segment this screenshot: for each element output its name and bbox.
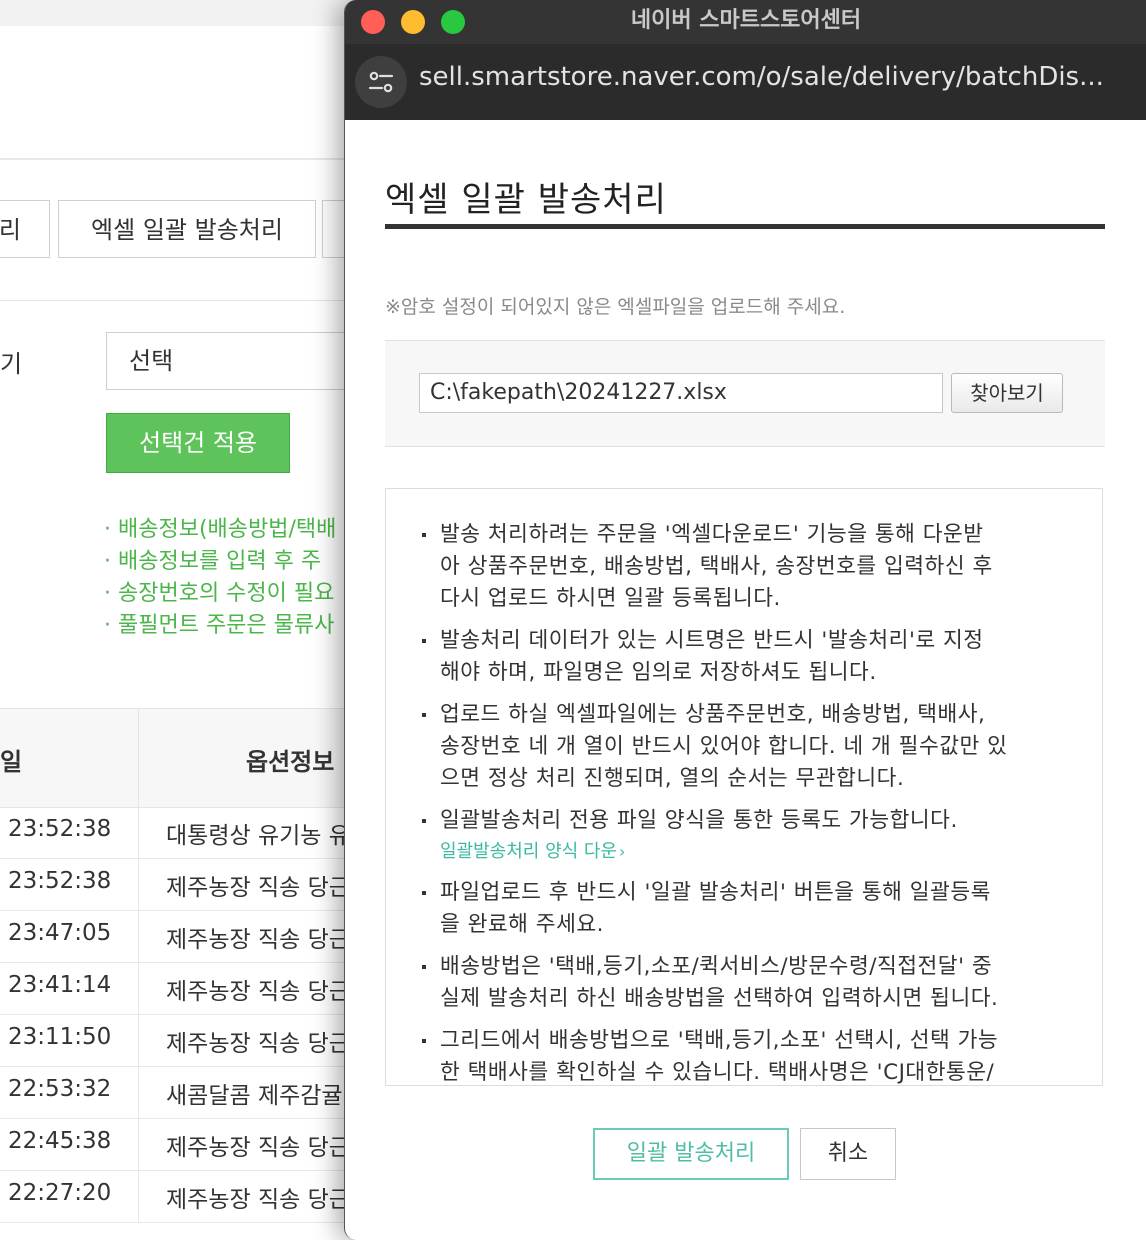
guide-list: 발송 처리하려는 주문을 '엑셀다운로드' 기능을 통해 다운받 아 상품주문번… (422, 519, 1094, 1085)
guide-text: 발송처리 데이터가 있는 시트명은 반드시 '발송처리'로 지정 해야 하며, … (440, 628, 984, 685)
guide-text: 발송 처리하려는 주문을 '엑셀다운로드' 기능을 통해 다운받 아 상품주문번… (440, 522, 993, 611)
bullet (422, 1039, 426, 1043)
note-item: · 풀필먼트 주문은 물류사 (104, 613, 335, 638)
cell-option: 제주농장 직송 당근 (166, 979, 350, 1005)
column-separator (138, 709, 139, 807)
cell-option: 제주농장 직송 당근 (166, 927, 350, 953)
column-separator (138, 1066, 139, 1118)
title-underline (385, 224, 1105, 229)
cancel-button[interactable]: 취소 (800, 1128, 896, 1180)
address-bar: sell.smartstore.naver.com/o/sale/deliver… (345, 44, 1146, 120)
table-row[interactable]: 22:27:20 제주농장 직송 당근 (0, 1170, 400, 1223)
guide-item: 업로드 하실 엑셀파일에는 상품주문번호, 배송방법, 택배사, 송장번호 네 … (422, 699, 1094, 795)
popup-window: 네이버 스마트스토어센터 sell.smartstore.naver.com/o… (344, 0, 1146, 1240)
divider (0, 300, 400, 301)
bullet (422, 965, 426, 969)
top-band (0, 0, 400, 26)
cell-time: 22:45:38 (8, 1128, 112, 1154)
file-path-input[interactable]: C:\fakepath\20241227.xlsx (419, 373, 943, 413)
dialog-content: 엑셀 일괄 발송처리 ※암호 설정이 되어있지 않은 엑셀파일을 업로드해 주세… (345, 120, 1146, 1224)
password-notice: ※암호 설정이 되어있지 않은 엑셀파일을 업로드해 주세요. (385, 296, 846, 318)
cell-option: 제주농장 직송 당근 (166, 1135, 350, 1161)
cell-time: 23:52:38 (8, 868, 112, 894)
guide-text: 업로드 하실 엑셀파일에는 상품주문번호, 배송방법, 택배사, 송장번호 네 … (440, 702, 1008, 791)
cell-time: 23:52:38 (8, 816, 112, 842)
bullet (422, 713, 426, 717)
table-row[interactable]: 23:47:05 제주농장 직송 당근 (0, 910, 400, 963)
browse-button[interactable]: 찾아보기 (951, 373, 1063, 413)
table-row[interactable]: 23:41:14 제주농장 직송 당근 (0, 962, 400, 1015)
notes-list: · 배송정보(배송방법/택배 · 배송정보를 입력 후 주 · 송장번호의 수정… (104, 514, 364, 642)
guide-item: 발송처리 데이터가 있는 시트명은 반드시 '발송처리'로 지정 해야 하며, … (422, 625, 1094, 689)
file-upload-panel: C:\fakepath\20241227.xlsx 찾아보기 (385, 340, 1105, 447)
template-download-label: 일괄발송처리 양식 다운 (440, 841, 618, 862)
table-row[interactable]: 22:45:38 제주농장 직송 당근 (0, 1118, 400, 1171)
guide-item: 배송방법은 '택배,등기,소포/퀵서비스/방문수령/직접전달' 중 실제 발송처… (422, 951, 1094, 1015)
cell-option: 제주농장 직송 당근 (166, 875, 350, 901)
cell-option: 대통령상 유기농 유 (166, 823, 350, 849)
bullet (422, 533, 426, 537)
guide-text: 배송방법은 '택배,등기,소포/퀵서비스/방문수령/직접전달' 중 실제 발송처… (440, 954, 999, 1011)
guide-item: 일괄발송처리 전용 파일 양식을 통한 등록도 가능합니다. 일괄발송처리 양식… (422, 805, 1094, 867)
cell-time: 23:47:05 (8, 920, 112, 946)
column-separator (138, 806, 139, 858)
page-title: 엑셀 일괄 발송처리 (385, 180, 667, 220)
note-item: · 송장번호의 수정이 필요 (104, 581, 335, 606)
table-row[interactable]: 23:52:38 대통령상 유기농 유 (0, 806, 400, 859)
note-item: · 배송정보(배송방법/택배 (104, 517, 337, 542)
bg-tab-excel-batch[interactable]: 엑셀 일괄 발송처리 (58, 200, 316, 258)
table-row[interactable]: 23:52:38 제주농장 직송 당근 (0, 858, 400, 911)
cell-time: 23:11:50 (8, 1024, 112, 1050)
window-titlebar[interactable]: 네이버 스마트스토어센터 (345, 0, 1146, 44)
note-item: · 배송정보를 입력 후 주 (104, 549, 322, 574)
column-separator (138, 1014, 139, 1066)
table-row[interactable]: 23:11:50 제주농장 직송 당근 (0, 1014, 400, 1067)
guide-text: 그리드에서 배송방법으로 '택배,등기,소포' 선택시, 선택 가능 한 택배사… (440, 1028, 999, 1085)
column-separator (138, 962, 139, 1014)
cell-time: 23:41:14 (8, 972, 112, 998)
chevron-right-icon: › (619, 842, 626, 861)
table-row[interactable]: 22:53:32 새콤달콤 제주감귤 (0, 1066, 400, 1119)
bullet (422, 819, 426, 823)
column-separator (138, 910, 139, 962)
apply-selected-button[interactable]: 선택건 적용 (106, 413, 290, 473)
column-header-date: 일 (0, 748, 23, 776)
filter-label: 기 (0, 350, 23, 378)
guide-item: 그리드에서 배송방법으로 '택배,등기,소포' 선택시, 선택 가능 한 택배사… (422, 1025, 1094, 1085)
table-header: 일 옵션정보 (0, 708, 400, 808)
site-settings-button[interactable] (355, 56, 407, 108)
guide-item: 발송 처리하려는 주문을 '엑셀다운로드' 기능을 통해 다운받 아 상품주문번… (422, 519, 1094, 615)
column-separator (138, 1170, 139, 1222)
template-download-link[interactable]: 일괄발송처리 양식 다운 › (440, 837, 625, 867)
guide-item: 파일업로드 후 반드시 '일괄 발송처리' 버튼을 통해 일괄등록 을 완료해 … (422, 877, 1094, 941)
batch-dispatch-button[interactable]: 일괄 발송처리 (593, 1128, 789, 1180)
guide-box[interactable]: 발송 처리하려는 주문을 '엑셀다운로드' 기능을 통해 다운받 아 상품주문번… (385, 488, 1103, 1086)
cell-option: 제주농장 직송 당근 (166, 1187, 350, 1213)
url-text[interactable]: sell.smartstore.naver.com/o/sale/deliver… (419, 62, 1139, 92)
site-settings-icon (368, 71, 394, 93)
window-title: 네이버 스마트스토어센터 (630, 8, 862, 33)
bullet (422, 639, 426, 643)
guide-text: 파일업로드 후 반드시 '일괄 발송처리' 버튼을 통해 일괄등록 을 완료해 … (440, 880, 991, 937)
cell-time: 22:27:20 (8, 1180, 112, 1206)
bullet (422, 891, 426, 895)
column-separator (138, 1118, 139, 1170)
column-separator (138, 858, 139, 910)
divider (0, 158, 400, 160)
bg-tab-1[interactable]: 리 (0, 200, 50, 258)
cell-time: 22:53:32 (8, 1076, 112, 1102)
cell-option: 새콤달콤 제주감귤 (166, 1083, 343, 1109)
column-header-option: 옵션정보 (246, 748, 335, 776)
guide-text: 일괄발송처리 전용 파일 양식을 통한 등록도 가능합니다. (440, 808, 958, 833)
cell-option: 제주농장 직송 당근 (166, 1031, 350, 1057)
